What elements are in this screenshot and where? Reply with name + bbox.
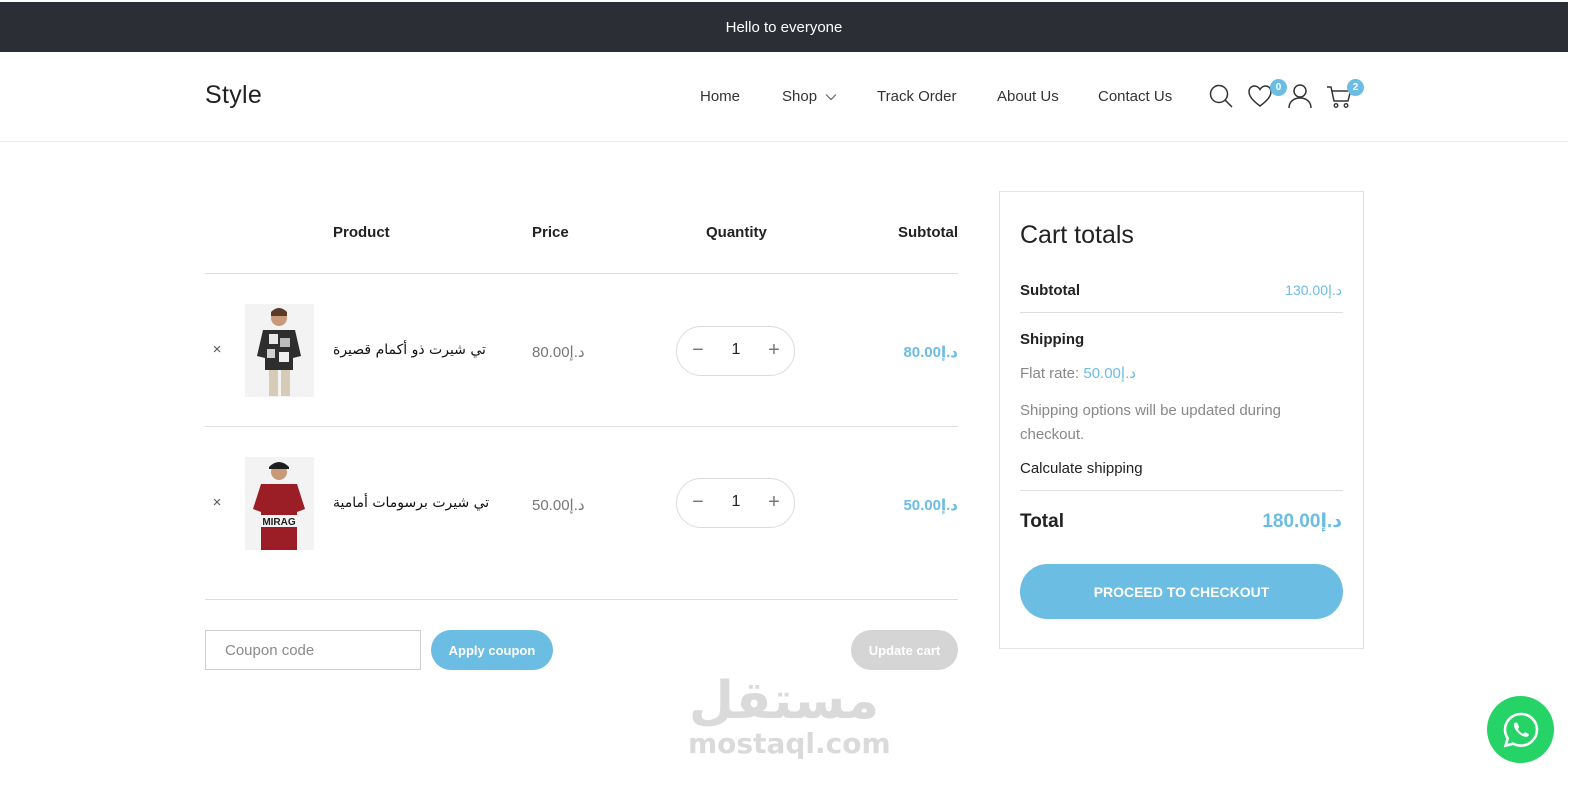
shipping-note: Shipping options will be updated during … bbox=[1020, 402, 1282, 443]
column-header-product: Product bbox=[333, 224, 390, 241]
column-header-quantity: Quantity bbox=[706, 224, 767, 241]
quantity-input[interactable]: 1 bbox=[722, 493, 750, 511]
divider bbox=[1020, 490, 1343, 491]
calculate-shipping-link[interactable]: Calculate shipping bbox=[1020, 460, 1143, 477]
divider bbox=[205, 426, 958, 427]
product-price: د.إ80.00 bbox=[532, 344, 585, 361]
increase-quantity-button[interactable]: + bbox=[766, 491, 782, 515]
shipping-label: Shipping bbox=[1020, 331, 1085, 348]
svg-text:MIRAG: MIRAG bbox=[262, 517, 296, 528]
watermark: مستقل mostaql.com bbox=[688, 671, 891, 760]
whatsapp-icon bbox=[1503, 712, 1538, 747]
cart-totals-title: Cart totals bbox=[1020, 221, 1134, 249]
column-header-price: Price bbox=[532, 224, 569, 241]
decrease-quantity-button[interactable]: − bbox=[690, 339, 706, 363]
search-icon[interactable] bbox=[1207, 82, 1235, 110]
quantity-input[interactable]: 1 bbox=[722, 341, 750, 359]
announcement-bar: Hello to everyone bbox=[0, 2, 1568, 52]
line-subtotal: د.إ50.00 bbox=[903, 497, 958, 514]
product-thumbnail[interactable] bbox=[245, 304, 314, 397]
product-price: د.إ50.00 bbox=[532, 497, 585, 514]
watermark-latin: mostaql.com bbox=[688, 727, 891, 760]
nav-shop[interactable]: Shop bbox=[782, 88, 837, 105]
remove-item-button[interactable]: × bbox=[210, 494, 224, 511]
product-name-link[interactable]: تي شيرت برسومات أمامية bbox=[333, 495, 489, 511]
totals-subtotal-label: Subtotal bbox=[1020, 282, 1080, 299]
increase-quantity-button[interactable]: + bbox=[766, 339, 782, 363]
coupon-code-input[interactable] bbox=[205, 630, 421, 670]
watermark-arabic: مستقل bbox=[688, 671, 880, 731]
chevron-down-icon bbox=[825, 94, 837, 101]
flat-rate: Flat rate: د.إ50.00 bbox=[1020, 362, 1320, 386]
whatsapp-chat-button[interactable] bbox=[1487, 696, 1554, 763]
site-logo[interactable]: Style bbox=[205, 81, 262, 110]
column-header-subtotal: Subtotal bbox=[898, 224, 958, 241]
decrease-quantity-button[interactable]: − bbox=[690, 491, 706, 515]
divider bbox=[205, 599, 958, 600]
divider bbox=[205, 273, 958, 274]
account-user-icon[interactable] bbox=[1286, 82, 1314, 110]
quantity-stepper: − 1 + bbox=[676, 478, 795, 528]
flat-rate-value: د.إ50.00 bbox=[1083, 365, 1136, 382]
nav-track-order[interactable]: Track Order bbox=[877, 88, 956, 105]
site-header: Style Home Shop Track Order About Us Con… bbox=[0, 52, 1568, 142]
announcement-text: Hello to everyone bbox=[725, 18, 843, 36]
cart-totals-panel: Cart totals Subtotal د.إ130.00 Shipping … bbox=[999, 191, 1364, 649]
product-name-link[interactable]: تي شيرت ذو أكمام قصيرة bbox=[333, 342, 486, 358]
line-subtotal: د.إ80.00 bbox=[903, 344, 958, 361]
totals-subtotal-value: د.إ130.00 bbox=[1285, 282, 1342, 298]
nav-home[interactable]: Home bbox=[700, 88, 740, 105]
flat-rate-label: Flat rate: bbox=[1020, 365, 1080, 382]
update-cart-button[interactable]: Update cart bbox=[851, 630, 958, 670]
nav-about-us[interactable]: About Us bbox=[997, 88, 1059, 105]
wishlist-count-badge: 0 bbox=[1270, 79, 1287, 96]
cart-count-badge: 2 bbox=[1347, 79, 1364, 96]
divider bbox=[1020, 312, 1343, 313]
apply-coupon-button[interactable]: Apply coupon bbox=[431, 630, 553, 670]
nav-contact-us[interactable]: Contact Us bbox=[1098, 88, 1172, 105]
total-value: د.إ180.00 bbox=[1262, 511, 1342, 532]
nav-shop-label: Shop bbox=[782, 88, 818, 105]
product-image-graphic-tee bbox=[245, 304, 314, 397]
total-label: Total bbox=[1020, 511, 1064, 532]
remove-item-button[interactable]: × bbox=[210, 341, 224, 358]
quantity-stepper: − 1 + bbox=[676, 326, 795, 376]
product-image-red-tee: MIRAG bbox=[245, 457, 314, 550]
proceed-to-checkout-button[interactable]: PROCEED TO CHECKOUT bbox=[1020, 564, 1343, 619]
product-thumbnail[interactable]: MIRAG bbox=[245, 457, 314, 550]
